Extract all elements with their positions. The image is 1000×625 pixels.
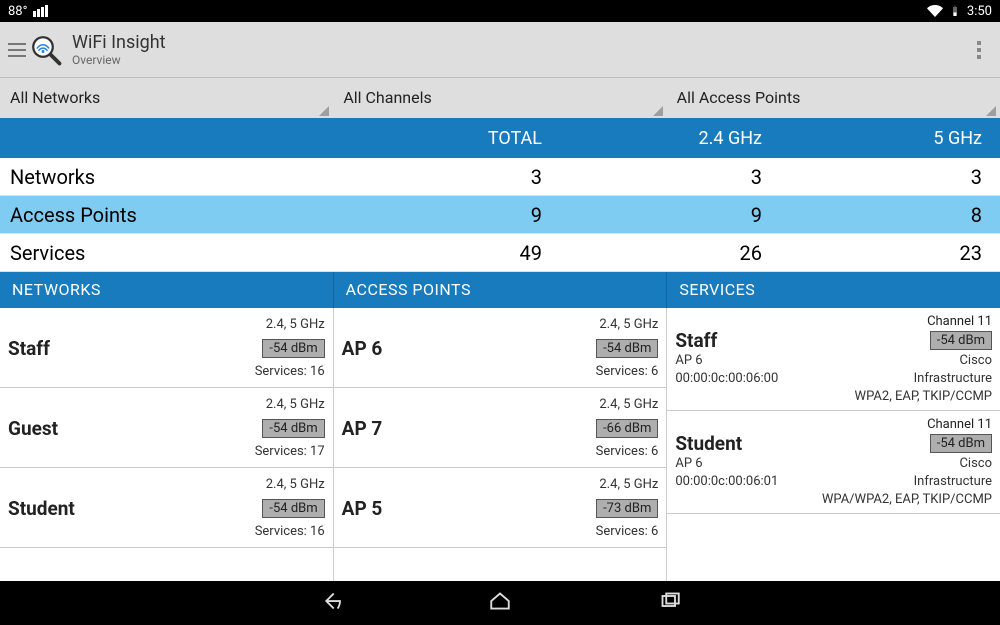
ap-row[interactable]: AP 6 2.4, 5 GHz -54 dBm Services: 6 [334,308,667,388]
signal-badge: -54 dBm [262,419,324,438]
app-icon [28,32,64,68]
battery-status-icon [949,3,961,19]
signal-badge: -54 dBm [262,499,324,518]
summary-row-networks[interactable]: Networks 3 3 3 [0,158,1000,196]
signal-badge: -73 dBm [596,499,658,518]
signal-badge: -54 dBm [262,339,324,358]
summary-col-total: TOTAL [340,118,560,158]
app-title: WiFi Insight [72,32,166,53]
panel-networks: Staff 2.4, 5 GHz -54 dBm Services: 16 Gu… [0,308,334,581]
summary-col-5: 5 GHz [780,118,1000,158]
signal-bars-icon [33,5,48,17]
wifi-status-icon [927,3,943,19]
ap-row[interactable]: AP 7 2.4, 5 GHz -66 dBm Services: 6 [334,388,667,468]
summary-col-24: 2.4 GHz [560,118,780,158]
filter-networks[interactable]: All Networks [0,78,333,118]
panel-access-points: AP 6 2.4, 5 GHz -54 dBm Services: 6 AP 7… [334,308,668,581]
overflow-menu-icon[interactable] [966,41,992,59]
network-row[interactable]: Student 2.4, 5 GHz -54 dBm Services: 16 [0,468,333,548]
summary-row-access-points[interactable]: Access Points 9 9 8 [0,196,1000,234]
service-row[interactable]: Channel 11 Staff -54 dBm AP 6Cisco 00:00… [667,308,1000,411]
status-time: 3:50 [967,4,992,19]
summary-header: TOTAL 2.4 GHz 5 GHz [0,118,1000,158]
summary-row-services[interactable]: Services 49 26 23 [0,234,1000,272]
panel-header-networks: NETWORKS [0,272,334,308]
ap-row[interactable]: AP 5 2.4, 5 GHz -73 dBm Services: 6 [334,468,667,548]
action-bar: WiFi Insight Overview [0,22,1000,78]
panel-header-access-points: ACCESS POINTS [334,272,668,308]
hamburger-icon[interactable] [8,43,26,57]
panel-header-services: SERVICES [667,272,1000,308]
signal-badge: -66 dBm [596,419,658,438]
panel-services: Channel 11 Staff -54 dBm AP 6Cisco 00:00… [667,308,1000,581]
signal-badge: -54 dBm [596,339,658,358]
service-row[interactable]: Channel 11 Student -54 dBm AP 6Cisco 00:… [667,411,1000,514]
network-row[interactable]: Guest 2.4, 5 GHz -54 dBm Services: 17 [0,388,333,468]
signal-badge: -54 dBm [930,434,992,453]
nav-bar [0,581,1000,625]
signal-badge: -54 dBm [930,331,992,350]
back-icon[interactable] [315,586,345,620]
filter-access-points[interactable]: All Access Points [667,78,1000,118]
status-bar: 88° 3:50 [0,0,1000,22]
filter-channels[interactable]: All Channels [333,78,666,118]
home-icon[interactable] [485,586,515,620]
app-subtitle: Overview [72,53,166,67]
recent-apps-icon[interactable] [655,586,685,620]
filter-row: All Networks All Channels All Access Poi… [0,78,1000,118]
status-temp: 88° [8,4,27,19]
panels-header: NETWORKS ACCESS POINTS SERVICES [0,272,1000,308]
network-row[interactable]: Staff 2.4, 5 GHz -54 dBm Services: 16 [0,308,333,388]
